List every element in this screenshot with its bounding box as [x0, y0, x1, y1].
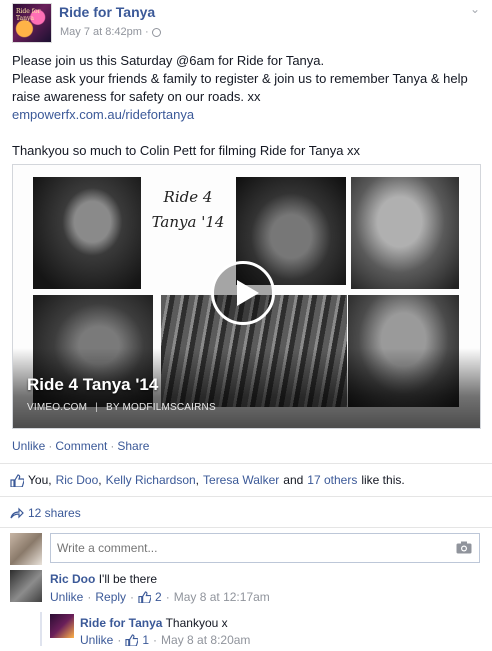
- comment-actions: Unlike · Reply · 2 · May 8 at 12:17am: [50, 590, 270, 604]
- thumbs-up-icon: [138, 591, 152, 603]
- post-actions: Unlike · Comment · Share: [12, 439, 149, 453]
- comment-button[interactable]: Comment: [55, 439, 107, 453]
- post-header: Ride for Tanya Ride for Tanya May 7 at 8…: [12, 3, 482, 43]
- comment: Ric Doo I'll be there: [50, 572, 157, 586]
- comment-reply-button[interactable]: Reply: [95, 590, 126, 604]
- likes-summary: You, Ric Doo, Kelly Richardson, Teresa W…: [10, 473, 405, 487]
- comment-input[interactable]: [50, 533, 480, 563]
- comment-text: I'll be there: [98, 572, 158, 586]
- shares-count[interactable]: 12 shares: [28, 506, 81, 520]
- post-line: Please ask your friends & family to regi…: [12, 71, 468, 104]
- likes-suffix: like this.: [361, 473, 405, 487]
- action-separator: ·: [48, 439, 53, 453]
- current-user-avatar: [10, 533, 42, 565]
- reply-time[interactable]: May 8 at 8:20am: [161, 633, 250, 647]
- collage-photo: [33, 177, 141, 289]
- post-thanks: Thankyou so much to Colin Pett for filmi…: [12, 143, 361, 158]
- likes-you: You,: [28, 473, 52, 487]
- reply-unlike-button[interactable]: Unlike: [80, 633, 113, 647]
- video-title[interactable]: Ride 4 Tanya '14: [27, 375, 158, 395]
- liker-link[interactable]: Teresa Walker: [203, 473, 279, 487]
- likes-and: and: [283, 473, 304, 487]
- divider: [0, 496, 492, 497]
- comment-like-count[interactable]: 2: [155, 590, 162, 604]
- comment-separator: ·: [87, 590, 92, 604]
- post-timestamp[interactable]: May 7 at 8:42pm: [60, 26, 142, 38]
- thumbs-up-icon: [10, 473, 24, 487]
- reply: Ride for Tanya Thankyou x: [80, 616, 228, 630]
- reply-author[interactable]: Ride for Tanya: [80, 616, 162, 630]
- collage-photo: [351, 177, 459, 289]
- liker-separator: ,: [98, 473, 102, 487]
- video-source: VIMEO.COM | BY MODFILMSCAIRNS: [27, 402, 216, 413]
- liker-link[interactable]: Kelly Richardson: [106, 473, 196, 487]
- thumbs-up-icon: [125, 634, 139, 646]
- post-link[interactable]: empowerfx.com.au/ridefortanya: [12, 107, 194, 122]
- divider: [0, 463, 492, 464]
- comment-time[interactable]: May 8 at 12:17am: [174, 590, 270, 604]
- liker-link[interactable]: Ric Doo: [56, 473, 99, 487]
- avatar-logo-text: Ride for Tanya: [16, 8, 41, 22]
- comment-unlike-button[interactable]: Unlike: [50, 590, 83, 604]
- play-icon[interactable]: [211, 261, 275, 325]
- meta-separator: ·: [144, 26, 149, 38]
- comment-separator: ·: [130, 590, 135, 604]
- reply-author-avatar[interactable]: [50, 614, 74, 638]
- share-arrow-icon: [10, 507, 24, 519]
- globe-icon[interactable]: [151, 27, 161, 37]
- reply-thread-line: [40, 612, 42, 646]
- reply-like-count[interactable]: 1: [142, 633, 149, 647]
- post-line: Please join us this Saturday @6am for Ri…: [12, 53, 325, 68]
- action-separator: ·: [110, 439, 115, 453]
- share-button[interactable]: Share: [117, 439, 149, 453]
- commenter-avatar[interactable]: [10, 570, 42, 602]
- reply-separator: ·: [117, 633, 122, 647]
- page-name-link[interactable]: Ride for Tanya: [59, 4, 155, 20]
- reply-separator: ·: [153, 633, 158, 647]
- source-separator: |: [95, 402, 98, 413]
- unlike-button[interactable]: Unlike: [12, 439, 45, 453]
- reply-text: Thankyou x: [165, 616, 228, 630]
- post-body: Please join us this Saturday @6am for Ri…: [12, 52, 482, 160]
- video-author: BY MODFILMSCAIRNS: [105, 402, 216, 413]
- video-domain: VIMEO.COM: [27, 402, 88, 413]
- liker-separator: ,: [195, 473, 200, 487]
- shares-summary[interactable]: 12 shares: [10, 506, 81, 520]
- comment-author[interactable]: Ric Doo: [50, 572, 95, 586]
- page-avatar[interactable]: Ride for Tanya: [12, 3, 52, 43]
- post-meta: May 7 at 8:42pm ·: [60, 26, 161, 38]
- likes-others-link[interactable]: 17 others: [307, 473, 357, 487]
- divider: [0, 527, 492, 528]
- video-card[interactable]: Ride 4 Tanya '14 Ride 4 Tanya '14 VIMEO.…: [12, 164, 481, 429]
- chevron-down-icon[interactable]: ⌄: [470, 3, 480, 15]
- comment-separator: ·: [165, 590, 170, 604]
- collage-title: Ride 4 Tanya '14: [151, 188, 225, 231]
- camera-icon[interactable]: [456, 541, 472, 554]
- reply-actions: Unlike · 1 · May 8 at 8:20am: [80, 633, 250, 647]
